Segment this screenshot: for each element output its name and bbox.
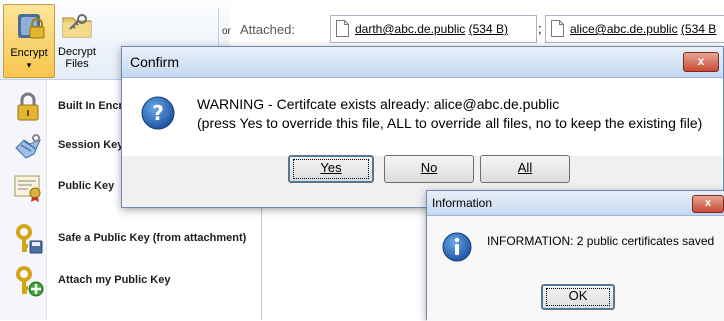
decrypt-files-button[interactable]: Decrypt Files (55, 4, 99, 76)
attachment-size: (534 B (680, 22, 717, 36)
focus-indicator (293, 159, 369, 179)
confirm-titlebar: Confirm x (122, 47, 723, 78)
information-message: INFORMATION: 2 public certificates saved (487, 234, 715, 248)
attachment-name: alice@abc.de.public (570, 22, 678, 36)
menu-item-label: Attach my Public Key (58, 274, 171, 286)
attachment-size: (534 B) (468, 22, 508, 36)
menu-item-label: Built In Encr (58, 100, 123, 112)
attachment-name: darth@abc.de.public (355, 22, 466, 36)
decrypt-label-line2: Files (65, 58, 89, 70)
attachment-chip[interactable]: darth@abc.de.public (534 B) (330, 15, 537, 43)
menu-item-label: Session Key (58, 139, 124, 151)
information-titlebar: Information x (427, 191, 724, 216)
key-add-icon (16, 266, 44, 297)
no-button[interactable]: No (384, 155, 474, 183)
handshake-key-icon (15, 134, 41, 159)
all-label: All (517, 160, 533, 175)
no-label: No (420, 160, 438, 175)
decrypt-label-line1: Decrypt (58, 46, 96, 58)
question-icon: ? (141, 96, 175, 130)
certificate-icon (14, 175, 41, 202)
yes-button[interactable]: Yes (288, 155, 374, 183)
attachment-separator: ; (538, 21, 542, 36)
encrypt-button[interactable]: Encrypt ▾ (3, 4, 55, 78)
menu-item-label: Public Key (58, 180, 115, 192)
all-button[interactable]: All (480, 155, 570, 183)
menu-item-label: Safe a Public Key (from attachment) (58, 232, 247, 244)
key-save-icon (16, 224, 43, 254)
information-title: Information (432, 196, 493, 210)
folder-key-icon (62, 14, 92, 38)
attachment-chip[interactable]: alice@abc.de.public (534 B (545, 15, 724, 43)
attached-label: Attached: (240, 22, 295, 37)
close-button[interactable]: x (683, 52, 719, 72)
document-icon (336, 20, 349, 37)
menu-item-save-public-key[interactable]: Safe a Public Key (from attachment) (0, 218, 262, 260)
padlock-icon (17, 92, 39, 121)
close-button[interactable]: x (692, 195, 724, 213)
encrypt-label: Encrypt (10, 47, 48, 59)
lock-shield-icon (18, 14, 45, 39)
confirm-message-line1: WARNING - Certifcate exists already: ali… (197, 96, 560, 112)
svg-text:?: ? (152, 101, 164, 125)
focus-indicator (546, 288, 610, 306)
close-icon: x (697, 54, 705, 68)
confirm-message-line2: (press Yes to override this file, ALL to… (197, 115, 703, 131)
confirm-title: Confirm (130, 54, 180, 70)
ok-button[interactable]: OK (541, 284, 615, 310)
menu-item-attach-public-key[interactable]: Attach my Public Key (0, 260, 262, 302)
confirm-dialog: Confirm x ? WARNING - Certifcate exists … (121, 46, 724, 208)
confirm-message: WARNING - Certifcate exists already: ali… (197, 95, 702, 133)
document-icon (551, 20, 564, 37)
information-icon (442, 232, 472, 262)
close-icon: x (704, 197, 712, 209)
chevron-down-icon: ▾ (26, 60, 32, 70)
information-dialog: Information x INFORMATION: 2 public cert… (426, 190, 724, 321)
ribbon-partial-text: or (222, 26, 231, 37)
